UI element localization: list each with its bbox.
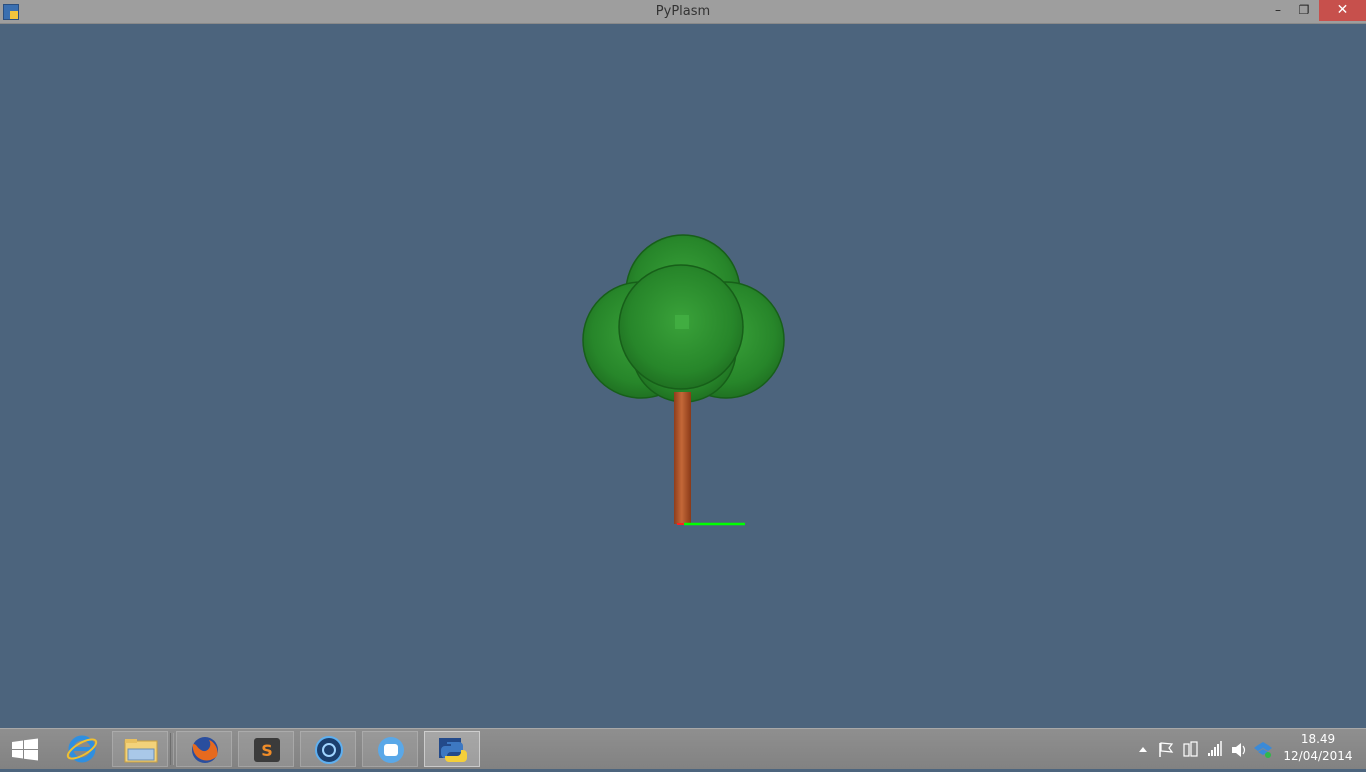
foliage — [582, 234, 785, 403]
clock[interactable]: 18.49 12/04/2014 — [1278, 731, 1358, 765]
clock-date: 12/04/2014 — [1283, 749, 1353, 763]
close-button[interactable]: ✕ — [1319, 0, 1366, 21]
device-icon[interactable] — [1183, 741, 1198, 757]
show-hidden-icons-button[interactable] — [1139, 747, 1147, 752]
network-signal-icon[interactable] — [1208, 741, 1222, 756]
tree-scene — [582, 234, 785, 526]
trunk — [674, 392, 691, 524]
tray-icons — [1139, 741, 1272, 758]
window-title: PyPlasm — [655, 4, 711, 19]
minimize-button[interactable]: – — [1265, 0, 1291, 21]
action-center-flag-icon[interactable] — [1159, 742, 1174, 757]
taskbar: S 18.49 12/04/2014 — [0, 728, 1366, 769]
dropbox-icon[interactable] — [1254, 742, 1272, 758]
3d-viewport[interactable] — [0, 24, 1366, 728]
title-bar[interactable]: PyPlasm – ❐ ✕ — [0, 0, 1366, 24]
volume-icon[interactable] — [1232, 743, 1246, 757]
clock-time: 18.49 — [1300, 732, 1336, 746]
foliage-highlight — [675, 315, 689, 329]
restore-button[interactable]: ❐ — [1291, 0, 1317, 21]
